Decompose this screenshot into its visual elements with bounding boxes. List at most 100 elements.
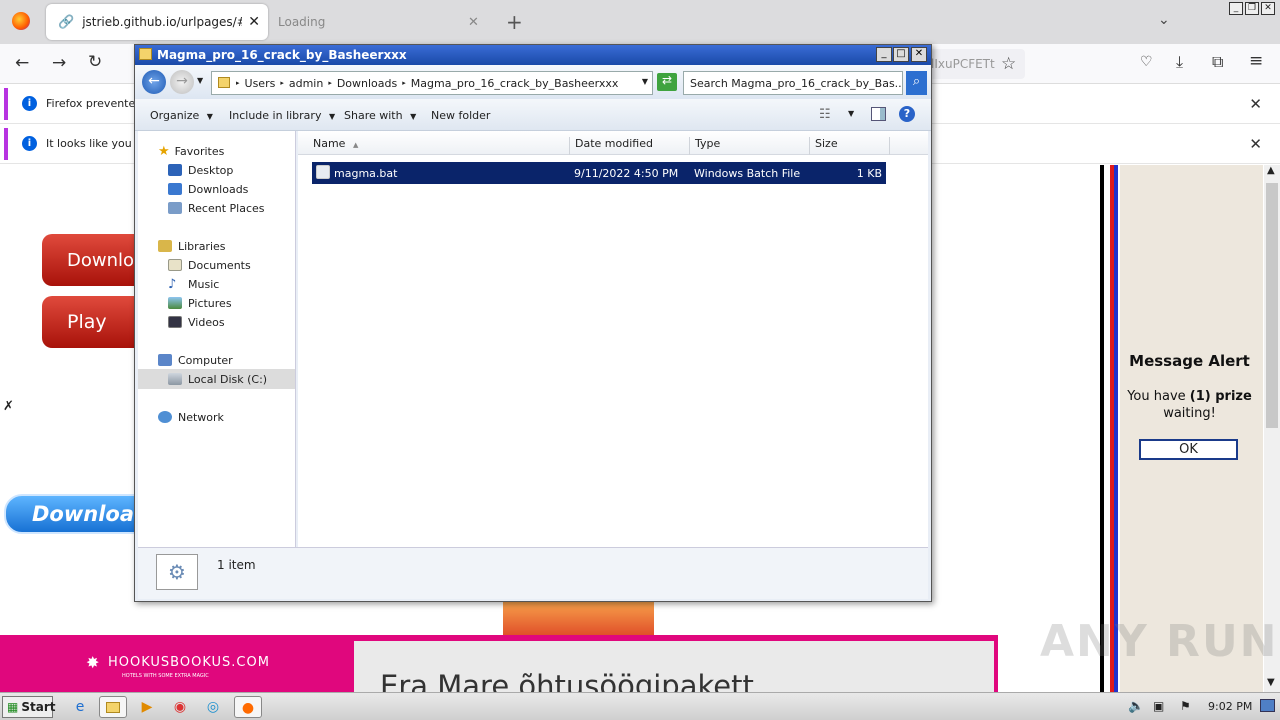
nav-network[interactable]: Network [158,408,224,426]
nav-pictures[interactable]: Pictures [168,294,232,312]
breadcrumb-downloads[interactable]: Downloads [337,77,397,90]
back-icon[interactable]: ← [15,53,29,73]
nav-desktop[interactable]: Desktop [168,161,233,179]
file-row[interactable]: magma.bat 9/11/2022 4:50 PM Windows Batc… [312,162,886,184]
file-type: Windows Batch File [694,167,801,180]
file-list-pane: Name ▲ Date modified Type Size magma.bat… [298,131,928,547]
bookmark-star-icon[interactable]: ☆ [1001,54,1016,74]
restore-browser-button[interactable]: ❐ [1245,2,1259,15]
view-dropdown-icon[interactable]: ▼ [848,109,854,118]
include-in-library-button[interactable]: Include in library ▼ [229,109,335,122]
organize-button[interactable]: Organize ▼ [150,109,213,122]
local-disk-icon [168,373,182,385]
action-center-flag-icon[interactable]: ⚑ [1180,699,1191,713]
reload-icon[interactable]: ↻ [88,52,102,72]
view-options-icon[interactable]: ☷ [819,107,831,122]
address-bar[interactable]: ▸ Users ▸ admin ▸ Downloads ▸ Magma_pro_… [211,71,653,95]
column-size[interactable]: Size [809,137,889,155]
tab-loading[interactable]: Loading ✕ [268,4,490,40]
close-ad-icon[interactable]: ✗ [3,399,14,414]
ie-icon[interactable]: e [68,696,92,718]
refresh-icon[interactable]: ⇄ [657,73,677,91]
banner-brand: HOOKUSBOOKUS.COM [108,655,270,670]
pocket-icon[interactable]: ♡ [1140,54,1153,70]
maximize-button[interactable]: □ [893,47,909,62]
column-headers: Name ▲ Date modified Type Size [298,131,928,155]
nav-libraries[interactable]: Libraries [158,237,226,255]
message-alert-panel: Message Alert You have (1) prize waiting… [1120,165,1263,692]
command-toolbar: Organize ▼ Include in library ▼ Share wi… [135,99,931,131]
alert-ok-button[interactable]: OK [1139,439,1238,460]
alert-title: Message Alert [1129,352,1250,370]
column-extra[interactable] [889,137,928,155]
nav-recent-places[interactable]: Recent Places [168,199,265,217]
column-name[interactable]: Name ▲ [308,137,568,155]
nav-documents[interactable]: Documents [168,256,251,274]
menu-icon[interactable]: ≡ [1249,51,1263,71]
explorer-titlebar[interactable]: Magma_pro_16_crack_by_Basheerxxx [135,45,931,65]
nav-favorites[interactable]: ★ Favorites [158,142,224,160]
column-date-modified[interactable]: Date modified [569,137,689,155]
address-dropdown-icon[interactable]: ▼ [642,77,648,86]
search-icon[interactable]: ⌕ [906,71,927,95]
new-folder-button[interactable]: New folder [431,109,490,122]
breadcrumb-users[interactable]: Users [245,77,276,90]
firefox-menu-icon[interactable] [12,12,30,30]
page-scrollbar[interactable]: ▲ ▼ [1264,165,1280,692]
nav-downloads[interactable]: Downloads [168,180,248,198]
history-dropdown-icon[interactable]: ▼ [197,76,203,85]
scroll-thumb[interactable] [1266,183,1278,428]
help-icon[interactable]: ? [899,106,915,122]
nav-videos[interactable]: Videos [168,313,225,331]
media-player-icon[interactable]: ▶ [135,696,159,718]
close-icon[interactable]: ✕ [1249,135,1262,153]
include-label: Include in library [229,109,322,122]
batch-file-icon [316,165,330,179]
forward-icon[interactable]: → [52,53,66,73]
nav-label: Desktop [188,163,234,177]
extensions-icon[interactable]: ⧉ [1212,52,1223,72]
clock[interactable]: 9:02 PM [1208,700,1252,713]
explorer-title: Magma_pro_16_crack_by_Basheerxxx [157,48,407,62]
close-browser-button[interactable]: ✕ [1261,2,1275,15]
breadcrumb-folder[interactable]: Magma_pro_16_crack_by_Basheerxxx [411,77,619,90]
minimize-browser-button[interactable]: _ [1229,2,1243,15]
download-blue-label: Download [32,502,150,526]
downloads-icon[interactable]: ⤓ [1176,52,1183,72]
scroll-down-icon[interactable]: ▼ [1267,677,1275,688]
close-tab-icon[interactable]: ✕ [468,15,479,30]
notification-accent [4,127,8,160]
side-ad-border-blue [1114,165,1118,692]
navigation-pane: ★ Favorites Desktop Downloads Recent Plac… [138,131,296,547]
show-desktop-icon[interactable] [1260,699,1275,712]
breadcrumb-sep-icon: ▸ [402,79,406,87]
close-button[interactable]: ✕ [911,47,927,62]
alert-text: You have (1) prize waiting! [1120,388,1259,422]
share-with-button[interactable]: Share with ▼ [344,109,416,122]
download-blue-button[interactable]: Download [4,494,154,534]
volume-icon[interactable]: 🔈 [1128,699,1144,714]
nav-local-disk[interactable]: Local Disk (C:) [168,370,267,388]
close-tab-icon[interactable]: ✕ [248,14,260,30]
chrome-icon[interactable]: ◉ [168,696,192,718]
nav-computer[interactable]: Computer [158,351,233,369]
search-input[interactable]: Search Magma_pro_16_crack_by_Bas... [683,71,903,95]
folder-icon [106,702,120,713]
new-tab-icon[interactable]: + [506,10,523,34]
nav-music[interactable]: ♪ Music [168,275,219,293]
start-button[interactable]: ▦ Start [2,696,55,718]
network-tray-icon[interactable]: ▣ [1153,699,1164,713]
explorer-taskbar-icon[interactable] [99,696,127,718]
tab-active[interactable]: 🔗 jstrieb.github.io/urlpages/#eyJ2Z ✕ [46,4,268,40]
breadcrumb-admin[interactable]: admin [289,77,323,90]
edge-icon[interactable]: ◎ [201,696,225,718]
forward-button[interactable]: → [170,70,194,94]
tab-list-icon[interactable]: ⌄ [1158,12,1170,28]
close-icon[interactable]: ✕ [1249,95,1262,113]
scroll-up-icon[interactable]: ▲ [1267,165,1275,176]
minimize-button[interactable]: _ [876,47,892,62]
back-button[interactable]: ← [142,70,166,94]
preview-pane-icon[interactable] [871,107,886,121]
firefox-taskbar-icon[interactable]: ● [234,696,262,718]
column-type[interactable]: Type [689,137,809,155]
